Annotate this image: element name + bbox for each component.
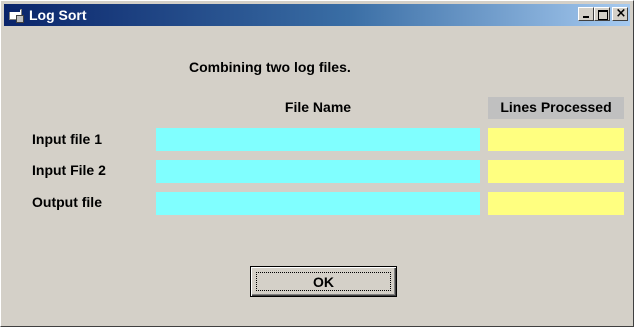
title-bar[interactable]: Log Sort ×: [4, 4, 630, 26]
output-file-name-field[interactable]: [156, 192, 480, 215]
input-file-1-name-field[interactable]: [156, 128, 480, 151]
app-window-icon[interactable]: [8, 8, 24, 23]
close-button[interactable]: ×: [612, 7, 628, 21]
lines-processed-column-header: Lines Processed: [488, 97, 624, 119]
minimize-button[interactable]: [578, 7, 594, 21]
input-file-2-lines-field[interactable]: [488, 160, 624, 183]
input-file-2-label: Input File 2: [32, 162, 106, 178]
minimize-icon: [583, 16, 589, 18]
input-file-2-name-field[interactable]: [156, 160, 480, 183]
ok-button[interactable]: OK: [250, 266, 397, 297]
output-file-label: Output file: [32, 194, 102, 210]
input-file-1-lines-field[interactable]: [488, 128, 624, 151]
window-title: Log Sort: [29, 7, 87, 23]
form-heading: Combining two log files.: [189, 59, 351, 75]
ok-button-label: OK: [313, 273, 334, 290]
input-file-1-label: Input file 1: [32, 131, 102, 147]
window-controls: ×: [578, 7, 628, 21]
maximize-icon: [598, 10, 608, 20]
close-icon: ×: [615, 6, 627, 21]
maximize-button[interactable]: [594, 7, 610, 21]
file-name-column-header: File Name: [284, 99, 352, 115]
output-file-lines-field[interactable]: [488, 192, 624, 215]
log-sort-window: Log Sort × Combining two log files. File…: [0, 0, 634, 327]
